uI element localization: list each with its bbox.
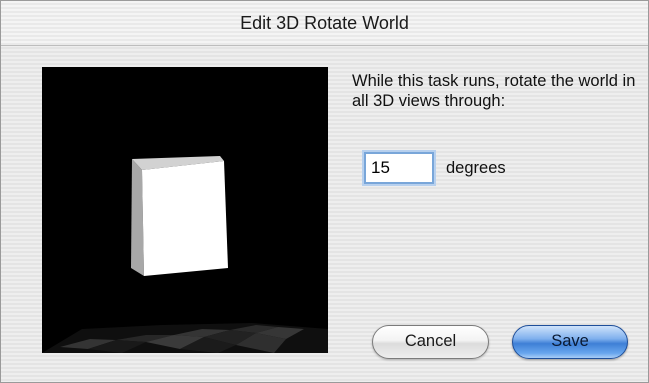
instruction-text: While this task runs, rotate the world i… [352,72,636,110]
window-title: Edit 3D Rotate World [240,13,409,33]
degrees-unit-label: degrees [446,159,506,177]
cube-side-face [131,159,144,276]
degrees-input[interactable] [364,152,434,184]
3d-scene [42,67,328,353]
cancel-button[interactable]: Cancel [372,325,489,359]
title-bar[interactable]: Edit 3D Rotate World [1,1,648,46]
save-button[interactable]: Save [512,325,628,359]
3d-preview-view [42,67,328,353]
edit-3d-rotate-world-dialog: Edit 3D Rotate World While this task run… [0,0,649,383]
cube-front-face [142,161,228,276]
